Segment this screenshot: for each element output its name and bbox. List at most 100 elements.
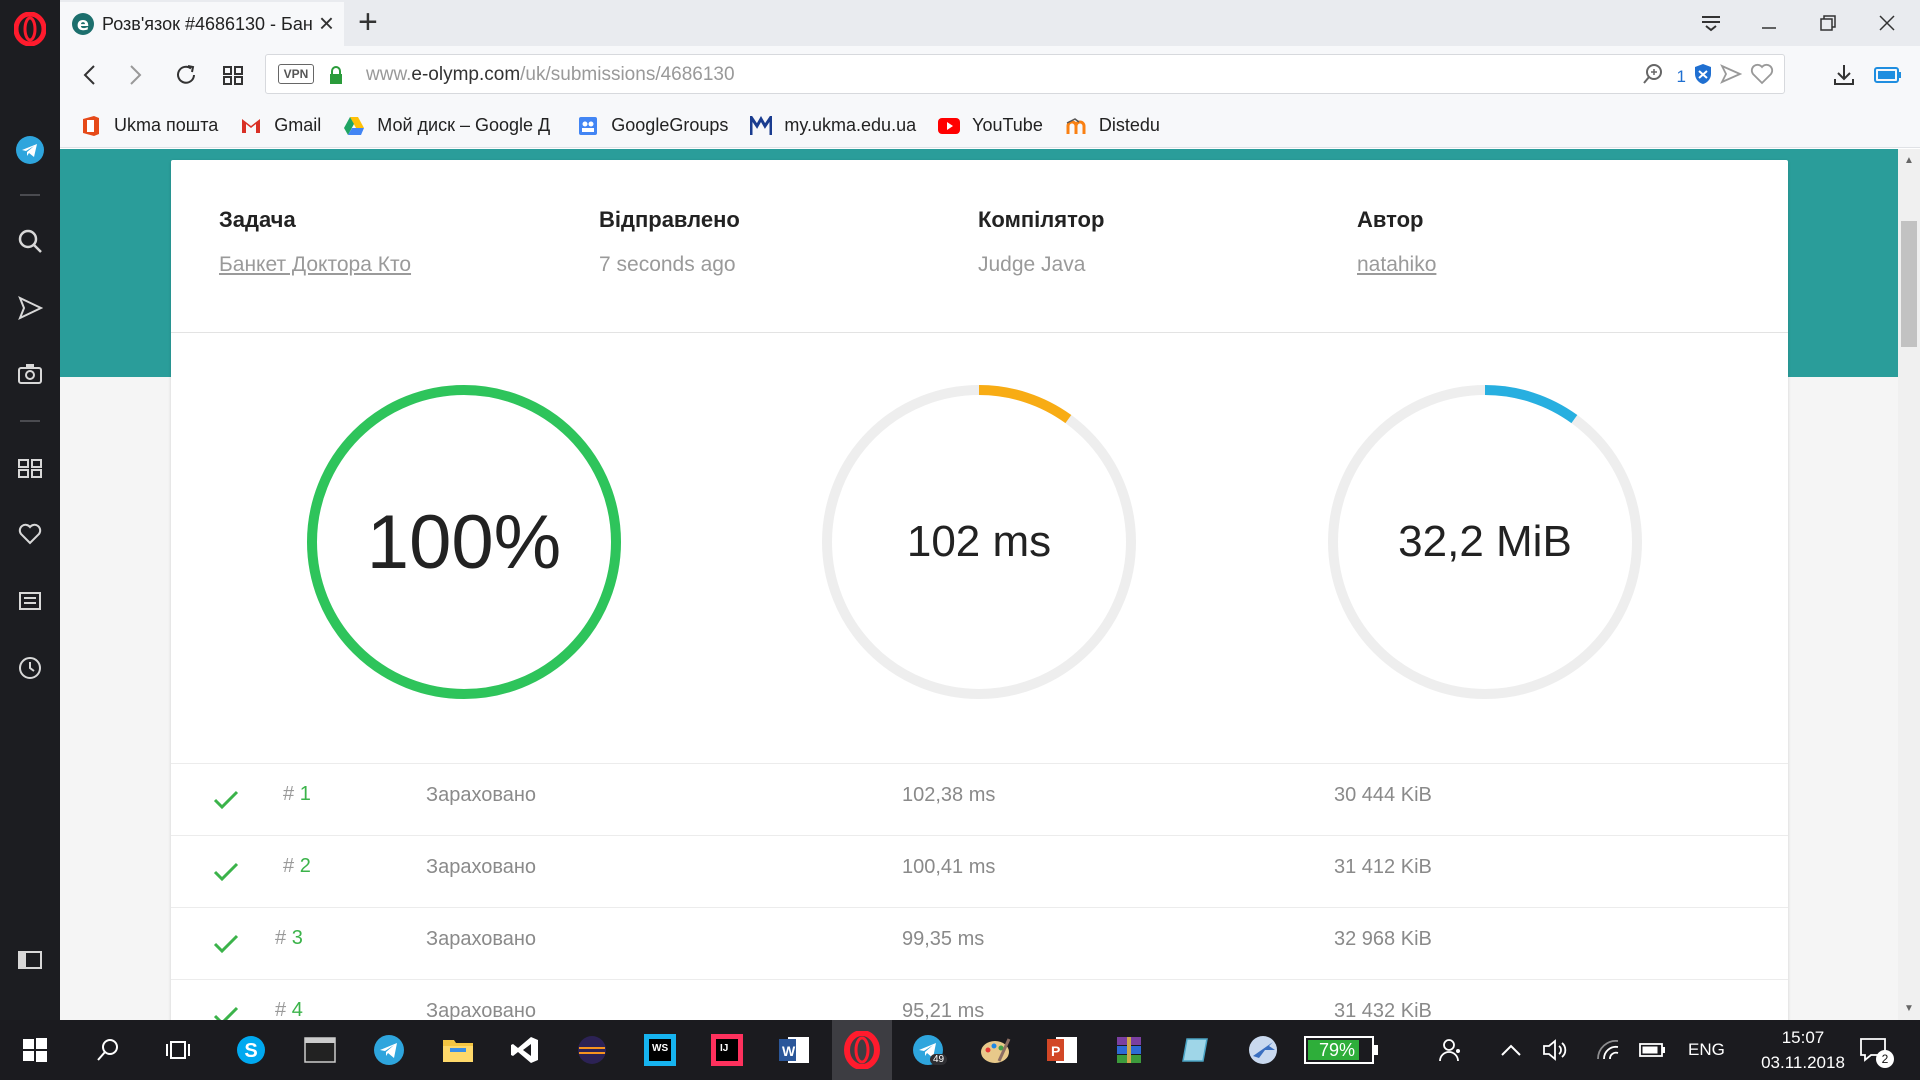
eclipse-icon[interactable] — [574, 1032, 610, 1068]
time-value: 102 ms — [906, 517, 1052, 566]
battery-widget[interactable]: 79% — [1304, 1032, 1380, 1068]
telegram-badge: 49 — [930, 1054, 948, 1065]
svg-text:WS: WS — [652, 1043, 668, 1054]
tab-menu-icon[interactable] — [1696, 8, 1726, 38]
intellij-icon[interactable]: IJ — [709, 1032, 745, 1068]
bookmark-youtube[interactable]: YouTube — [938, 115, 1043, 137]
adblock-shield-icon[interactable] — [1694, 63, 1712, 90]
scroll-thumb[interactable] — [1901, 221, 1917, 347]
forward-icon[interactable] — [120, 60, 150, 90]
winrar-icon[interactable] — [1111, 1032, 1147, 1068]
battery-saver-icon[interactable] — [1873, 60, 1903, 90]
scroll-down-icon[interactable]: ▼ — [1904, 1003, 1914, 1014]
address-bar[interactable]: VPN www.e-olymp.com/uk/submissions/46861… — [265, 54, 1785, 94]
bookmark-heart-icon[interactable] — [1750, 63, 1774, 90]
author-link[interactable]: natahiko — [1357, 253, 1436, 277]
tab-close-icon[interactable]: × — [319, 10, 334, 36]
url-host: e-olymp.com — [411, 64, 521, 85]
tabs-grid-icon[interactable] — [218, 60, 248, 90]
bookmark-my-ukma[interactable]: my.ukma.edu.ua — [750, 115, 916, 137]
drive-icon — [343, 115, 365, 137]
opera-logo-icon[interactable] — [13, 11, 47, 47]
active-tab[interactable]: e Розв'язок #4686130 - Бан × — [60, 2, 344, 46]
bookmark-gmail[interactable]: Gmail — [240, 115, 321, 137]
paint-icon[interactable] — [977, 1032, 1013, 1068]
send-icon[interactable] — [14, 292, 46, 324]
bookmark-google-drive[interactable]: Мой диск – Google Д — [343, 115, 555, 137]
sidebar-toggle-icon[interactable] — [14, 944, 46, 976]
share-icon[interactable] — [1720, 63, 1743, 90]
language-indicator[interactable]: ENG — [1688, 1040, 1725, 1060]
table-row[interactable]: # 1 Зараховано 102,38 ms 30 444 KiB — [171, 763, 1788, 835]
test-number: # 1 — [283, 783, 311, 806]
task-view-icon[interactable] — [160, 1032, 196, 1068]
bookmark-google-groups[interactable]: GoogleGroups — [577, 115, 728, 137]
close-window-icon[interactable] — [1872, 8, 1902, 38]
windows-start-icon[interactable] — [17, 1032, 53, 1068]
word-icon[interactable]: W — [776, 1032, 812, 1068]
table-row[interactable]: # 3 Зараховано 99,35 ms 32 968 KiB — [171, 907, 1788, 979]
heart-icon[interactable] — [14, 518, 46, 550]
wifi-icon[interactable] — [1590, 1032, 1626, 1068]
bookmark-distedu[interactable]: Distedu — [1065, 115, 1160, 137]
battery-tray-icon[interactable] — [1635, 1032, 1671, 1068]
webstorm-icon[interactable]: WS — [642, 1032, 678, 1068]
people-icon[interactable] — [1433, 1032, 1469, 1068]
skype-icon[interactable]: S — [233, 1032, 269, 1068]
volume-icon[interactable] — [1537, 1032, 1573, 1068]
task-label: Задача — [219, 207, 296, 232]
zoom-icon[interactable] — [1641, 62, 1665, 91]
clock-time[interactable]: 15:07 — [1763, 1028, 1843, 1048]
page-scrollbar[interactable]: ▲ ▼ — [1898, 149, 1920, 1020]
test-memory: 31 432 KiB — [1334, 1000, 1432, 1020]
notification-center-icon[interactable]: 2 — [1856, 1032, 1894, 1068]
new-tab-icon[interactable]: + — [358, 4, 378, 40]
opera-taskbar-icon[interactable] — [832, 1020, 892, 1080]
lock-icon[interactable] — [328, 65, 344, 90]
file-explorer-icon[interactable] — [440, 1032, 476, 1068]
url-prefix: www. — [366, 64, 412, 85]
search-icon[interactable] — [90, 1032, 126, 1068]
powerpoint-icon[interactable]: P — [1044, 1032, 1080, 1068]
test-num: 3 — [291, 927, 303, 949]
download-icon[interactable] — [1829, 60, 1859, 90]
score-value: 100% — [366, 499, 562, 585]
bookmark-ukma-mail[interactable]: Ukma пошта — [80, 115, 218, 137]
camera-icon[interactable] — [14, 358, 46, 390]
notes-icon[interactable] — [1178, 1032, 1214, 1068]
svg-text:S: S — [244, 1040, 257, 1062]
test-num: 1 — [299, 783, 311, 805]
vpn-badge[interactable]: VPN — [278, 64, 314, 84]
clock-date[interactable]: 03.11.2018 — [1743, 1053, 1863, 1073]
visual-studio-icon[interactable] — [507, 1032, 543, 1068]
windows-taskbar: S WS IJ W 49 P 79% ENG 15:07 03.11.2018 … — [0, 1020, 1920, 1080]
search-icon[interactable] — [14, 225, 46, 257]
telegram-app-icon[interactable] — [371, 1032, 407, 1068]
compiler-column: Компілятор Judge Java — [978, 207, 1104, 277]
airplane-app-icon[interactable] — [1245, 1032, 1281, 1068]
test-number: # 3 — [275, 927, 303, 950]
adblock-count: 1 — [1676, 66, 1686, 86]
reload-icon[interactable] — [171, 60, 201, 90]
news-icon[interactable] — [14, 585, 46, 617]
url-text[interactable]: www.e-olymp.com/uk/submissions/4686130 — [366, 64, 735, 86]
table-row[interactable]: # 2 Зараховано 100,41 ms 31 412 KiB — [171, 835, 1788, 907]
telegram-taskbar-icon[interactable]: 49 — [910, 1032, 948, 1068]
info-divider — [171, 332, 1788, 333]
terminal-icon[interactable] — [302, 1032, 338, 1068]
notification-count: 2 — [1876, 1050, 1894, 1068]
table-row[interactable]: # 4 Зараховано 95,21 ms 31 432 KiB — [171, 979, 1788, 1020]
test-hash: # — [275, 927, 292, 949]
minimize-icon[interactable] — [1754, 8, 1784, 38]
history-icon[interactable] — [14, 652, 46, 684]
restore-icon[interactable] — [1813, 8, 1843, 38]
back-icon[interactable] — [75, 60, 105, 90]
task-link[interactable]: Банкет Доктора Кто — [219, 253, 411, 277]
telegram-icon[interactable] — [14, 134, 46, 166]
bookmark-label: Мой диск – Google Д — [377, 115, 551, 135]
speed-dial-icon[interactable] — [14, 452, 46, 484]
page-content: Задача Банкет Доктора Кто Відправлено 7 … — [60, 149, 1898, 1020]
scroll-up-icon[interactable]: ▲ — [1904, 155, 1914, 166]
youtube-icon — [938, 115, 961, 137]
tray-expand-icon[interactable] — [1493, 1032, 1529, 1068]
